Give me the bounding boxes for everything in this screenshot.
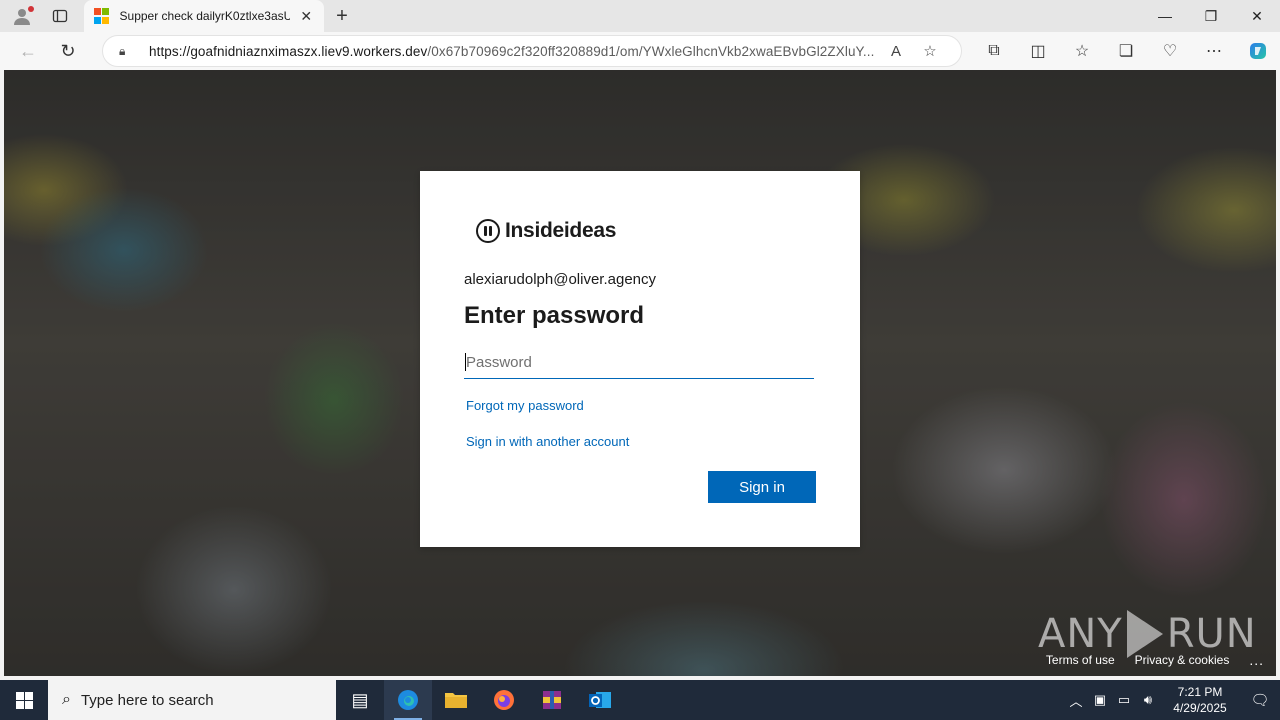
usb-icon[interactable]: ▣ bbox=[1088, 692, 1112, 708]
tab-actions-button[interactable] bbox=[44, 0, 76, 32]
brand-logo-icon bbox=[476, 219, 500, 243]
tab-title: Supper check dailyrK0ztlxe3asUv bbox=[119, 9, 291, 23]
volume-icon[interactable]: 🔊︎ bbox=[1136, 692, 1160, 708]
system-tray: ︿ ▣ ▭ 🔊︎ 7:21 PM 4/29/2025 🗨︎ bbox=[1064, 680, 1280, 720]
favorite-star-icon[interactable]: ☆ bbox=[913, 37, 947, 65]
taskbar-search-placeholder: Type here to search bbox=[80, 691, 214, 709]
copilot-icon[interactable] bbox=[1236, 32, 1280, 70]
microsoft-logo-icon bbox=[94, 8, 110, 24]
split-screen-icon[interactable]: ◫ bbox=[1016, 32, 1060, 70]
winrar-icon[interactable] bbox=[528, 680, 576, 720]
clock-time: 7:21 PM bbox=[1177, 685, 1223, 699]
notification-dot bbox=[28, 6, 34, 12]
back-button[interactable]: ← bbox=[8, 32, 48, 70]
chevron-up-icon[interactable]: ︿ bbox=[1064, 691, 1088, 710]
sign-in-card: Insideideas alexiarudolph@oliver.agency … bbox=[420, 171, 860, 547]
terms-link[interactable]: Terms of use bbox=[1046, 653, 1115, 667]
navigation-bar: ← ↻ 🔒︎ https://goafnidniaznximaszx.liev9… bbox=[0, 32, 1280, 70]
address-bar[interactable]: 🔒︎ https://goafnidniaznximaszx.liev9.wor… bbox=[102, 35, 962, 67]
browser-tab-active[interactable]: Supper check dailyrK0ztlxe3asUv ✕ bbox=[84, 0, 324, 32]
start-button[interactable] bbox=[0, 680, 48, 720]
minimize-button[interactable]: — bbox=[1142, 0, 1188, 32]
tab-close-icon[interactable]: ✕ bbox=[298, 8, 314, 24]
windows-logo-icon bbox=[15, 691, 33, 709]
clock[interactable]: 7:21 PM 4/29/2025 bbox=[1160, 684, 1240, 716]
anyrun-watermark: ANY RUN bbox=[1038, 610, 1257, 658]
url-text[interactable]: https://goafnidniaznximaszx.liev9.worker… bbox=[149, 44, 879, 59]
firefox-icon[interactable] bbox=[480, 680, 528, 720]
clock-date: 4/29/2025 bbox=[1173, 701, 1227, 715]
text-cursor bbox=[465, 353, 466, 371]
brand-logo: Insideideas bbox=[476, 219, 616, 243]
taskbar: ⌕ Type here to search ▤ ︿ ▣ ▭ 🔊︎ 7:21 PM… bbox=[0, 680, 1280, 720]
brand-name: Insideideas bbox=[505, 219, 617, 242]
refresh-button[interactable]: ↻ bbox=[48, 32, 88, 70]
outlook-icon[interactable] bbox=[576, 680, 624, 720]
notifications-icon[interactable]: 🗨︎ bbox=[1240, 691, 1280, 709]
privacy-link[interactable]: Privacy & cookies bbox=[1135, 653, 1230, 667]
edge-taskbar-icon[interactable] bbox=[384, 680, 432, 720]
profile-button[interactable] bbox=[0, 0, 44, 32]
page-content: ANY RUN Insideideas alexiarudolph@oliver.… bbox=[4, 70, 1276, 676]
file-explorer-icon[interactable] bbox=[432, 680, 480, 720]
account-identity: alexiarudolph@oliver.agency bbox=[464, 271, 657, 288]
sign-in-button[interactable]: Sign in bbox=[708, 471, 816, 503]
browser-toolbar: ⧉ ◫ ☆ ❏ ♡ ⋯ bbox=[972, 32, 1280, 70]
extensions-icon[interactable]: ⧉ bbox=[972, 32, 1016, 70]
tab-actions-icon bbox=[52, 9, 68, 23]
browser-essentials-icon[interactable]: ♡ bbox=[1148, 32, 1192, 70]
taskbar-search-box[interactable]: ⌕ Type here to search bbox=[48, 680, 336, 720]
forgot-password-link[interactable]: Forgot my password bbox=[466, 398, 584, 413]
browser-title-bar: Supper check dailyrK0ztlxe3asUv ✕ + — ❐ … bbox=[0, 0, 1280, 32]
more-menu-icon[interactable]: ⋯ bbox=[1192, 32, 1236, 70]
collections-icon[interactable]: ❏ bbox=[1104, 32, 1148, 70]
network-icon[interactable]: ▭ bbox=[1112, 692, 1136, 708]
read-aloud-icon[interactable]: A bbox=[879, 37, 913, 65]
page-footer: Terms of use Privacy & cookies ... bbox=[1046, 652, 1264, 668]
new-tab-button[interactable]: + bbox=[330, 4, 354, 28]
lock-icon[interactable]: 🔒︎ bbox=[119, 44, 133, 59]
window-controls: — ❐ ✕ bbox=[1142, 0, 1280, 32]
search-icon: ⌕ bbox=[62, 691, 71, 708]
page-title: Enter password bbox=[464, 302, 645, 329]
more-options-link[interactable]: ... bbox=[1249, 652, 1264, 668]
password-input[interactable] bbox=[464, 347, 814, 379]
another-account-link[interactable]: Sign in with another account bbox=[466, 434, 629, 449]
favorites-icon[interactable]: ☆ bbox=[1060, 32, 1104, 70]
restore-button[interactable]: ❐ bbox=[1188, 0, 1234, 32]
close-window-button[interactable]: ✕ bbox=[1234, 0, 1280, 32]
task-view-icon[interactable]: ▤ bbox=[336, 680, 384, 720]
